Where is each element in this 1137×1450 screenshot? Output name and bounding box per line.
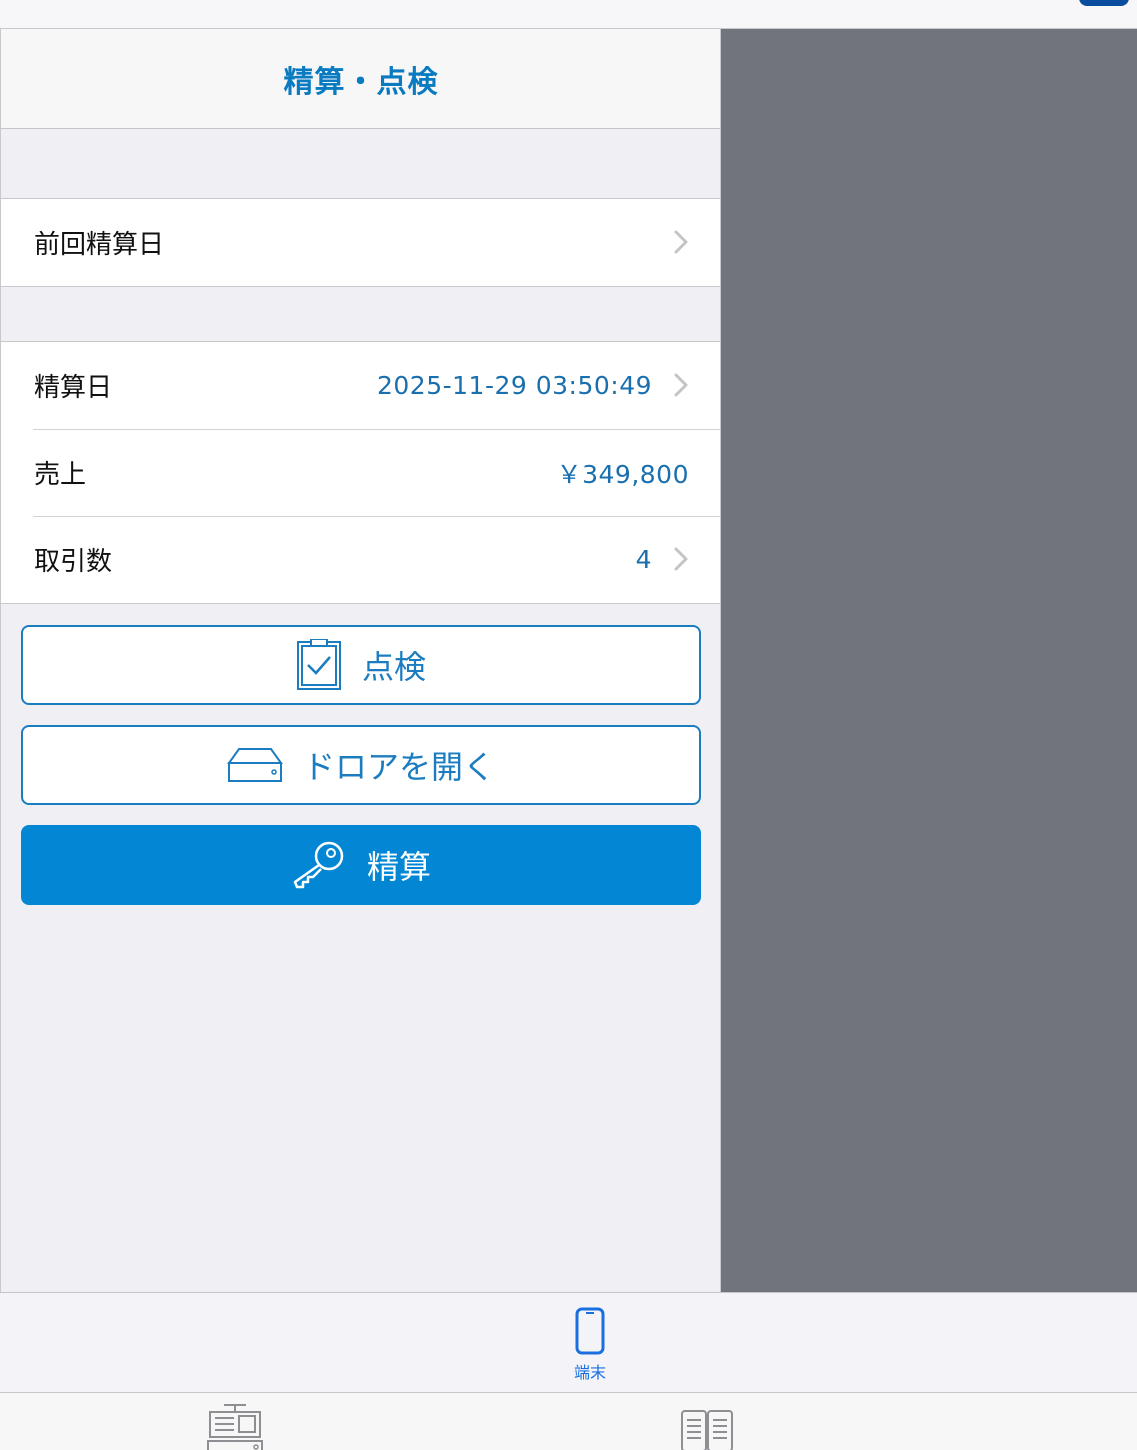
tab-device-label: 端末 [573, 1363, 606, 1382]
app-window: 精算・点検 前回精算日 精算日 2025-11-29 03:50:49 売上 ￥… [0, 0, 1137, 1450]
sales-row: 売上 ￥349,800 [1, 429, 720, 516]
settlement-info-group: 精算日 2025-11-29 03:50:49 売上 ￥349,800 取引数 … [1, 341, 720, 604]
chevron-right-icon [674, 547, 688, 571]
drawer-icon [227, 748, 283, 782]
sales-value: ￥349,800 [556, 459, 689, 489]
tab-device[interactable]: 端末 [555, 1307, 625, 1387]
settlement-date-label: 精算日 [34, 373, 113, 403]
previous-settlement-label: 前回精算日 [34, 230, 165, 260]
tab-bar: 端末 [0, 1292, 1137, 1392]
ledger-icon[interactable] [680, 1409, 734, 1450]
inspect-button[interactable]: 点検 [21, 625, 701, 705]
settle-button[interactable]: 精算 [21, 825, 701, 905]
transactions-value: 4 [635, 545, 652, 574]
page-title: 精算・点検 [283, 64, 439, 100]
settlement-date-row[interactable]: 精算日 2025-11-29 03:50:49 [1, 342, 720, 429]
navigation-bar: 精算・点検 [1, 29, 720, 129]
key-icon [293, 841, 344, 889]
bottom-toolbar [0, 1392, 1137, 1450]
previous-settlement-row[interactable]: 前回精算日 [1, 199, 720, 286]
open-drawer-button[interactable]: ドロアを開く [21, 725, 701, 805]
top-status-strip [0, 0, 1137, 29]
chevron-right-icon [674, 373, 688, 397]
inspect-button-label: 点検 [361, 648, 426, 686]
transactions-row[interactable]: 取引数 4 [1, 516, 720, 603]
sales-label: 売上 [34, 460, 87, 490]
open-drawer-button-label: ドロアを開く [302, 748, 495, 786]
detail-pane [721, 29, 1137, 1292]
clipboard-check-icon [296, 639, 341, 690]
smartphone-icon [575, 1307, 605, 1355]
top-right-button[interactable] [1079, 0, 1129, 6]
settle-button-label: 精算 [366, 848, 431, 886]
chevron-right-icon [674, 230, 688, 254]
cash-register-icon[interactable] [206, 1403, 264, 1450]
settlement-date-value: 2025-11-29 03:50:49 [376, 371, 652, 400]
previous-settlement-group: 前回精算日 [1, 198, 720, 287]
transactions-label: 取引数 [34, 547, 113, 577]
settlement-panel: 精算・点検 前回精算日 精算日 2025-11-29 03:50:49 売上 ￥… [0, 29, 721, 1292]
